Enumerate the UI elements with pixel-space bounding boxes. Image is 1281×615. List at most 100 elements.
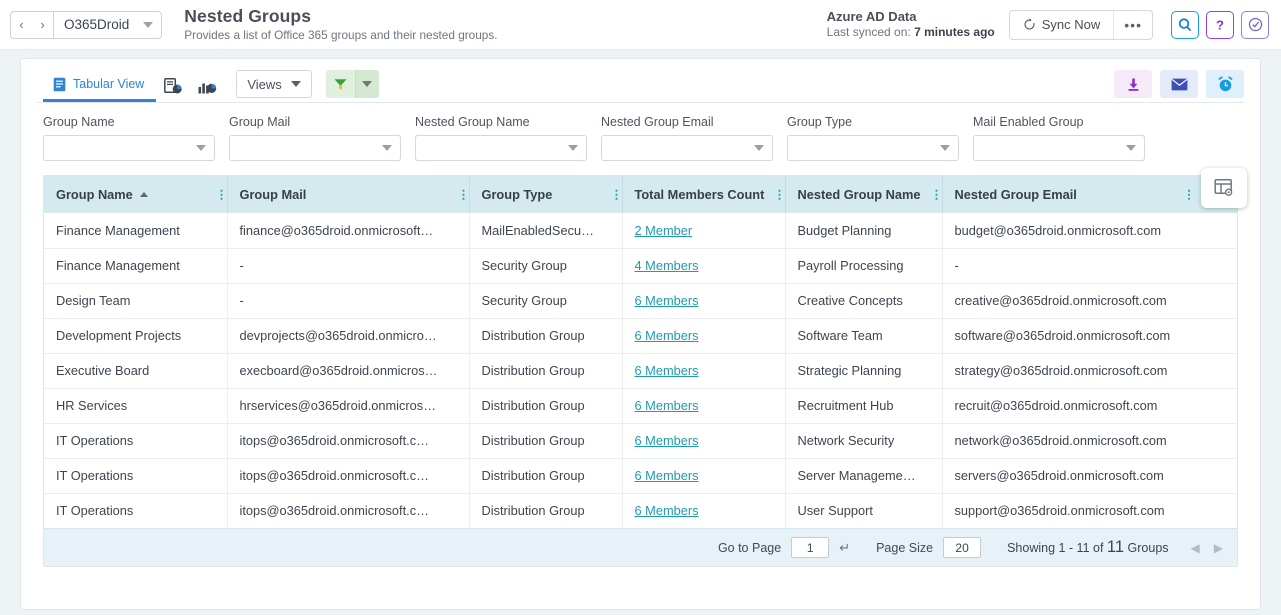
table-row[interactable]: Executive Board execboard@o365droid.onmi… xyxy=(44,353,1237,388)
table-row[interactable]: Design Team - Security Group 6 Members C… xyxy=(44,283,1237,318)
sync-more-button[interactable]: ••• xyxy=(1113,11,1152,39)
sync-prefix: Last synced on: xyxy=(827,25,914,39)
cell-group-mail: devprojects@o365droid.onmicro… xyxy=(227,318,469,353)
nested-groups-table: Group Name ⋮ Group Mail ⋮ Group Type ⋮ xyxy=(44,176,1237,528)
column-header-group-type[interactable]: Group Type ⋮ xyxy=(469,176,622,213)
next-page-button[interactable]: ▶ xyxy=(1214,541,1223,555)
column-menu-icon[interactable]: ⋮ xyxy=(611,192,615,197)
showing-total: 11 xyxy=(1107,538,1124,556)
filter-group-name-select[interactable] xyxy=(43,135,215,161)
cell-group-name: Finance Management xyxy=(44,213,227,248)
prev-page-button[interactable]: ◀ xyxy=(1191,541,1200,555)
cell-members-count: 4 Members xyxy=(622,248,785,283)
filter-button[interactable] xyxy=(326,70,355,98)
filter-nested-group-name-select[interactable] xyxy=(415,135,587,161)
page-size-input[interactable] xyxy=(943,537,981,558)
tenant-selector[interactable]: O365Droid xyxy=(53,11,162,39)
table-settings-icon xyxy=(1213,177,1235,199)
tab-report-chart[interactable] xyxy=(156,71,190,102)
cell-group-type: Distribution Group xyxy=(469,493,622,528)
filter-group-mail-select[interactable] xyxy=(229,135,401,161)
filter-button-group xyxy=(326,70,379,98)
column-settings-button[interactable] xyxy=(1201,168,1247,208)
sync-info: Azure AD Data Last synced on: 7 minutes … xyxy=(827,9,995,40)
chevron-down-icon xyxy=(568,145,578,151)
cell-nested-group-name: Recruitment Hub xyxy=(785,388,942,423)
column-header-group-name[interactable]: Group Name ⋮ xyxy=(44,176,227,213)
filter-label: Group Name xyxy=(43,115,215,129)
cell-group-mail: finance@o365droid.onmicrosoft… xyxy=(227,213,469,248)
cell-nested-group-email: strategy@o365droid.onmicrosoft.com xyxy=(942,353,1237,388)
filter-group-mail: Group Mail xyxy=(229,115,401,161)
filter-mail-enabled-group-select[interactable] xyxy=(973,135,1145,161)
members-count-link[interactable]: 6 Members xyxy=(635,433,699,448)
cell-members-count: 6 Members xyxy=(622,388,785,423)
tasks-button[interactable] xyxy=(1241,11,1269,39)
members-count-link[interactable]: 6 Members xyxy=(635,503,699,518)
views-dropdown[interactable]: Views xyxy=(236,70,311,98)
goto-page-input[interactable] xyxy=(791,537,829,558)
search-button[interactable] xyxy=(1171,11,1199,39)
cell-nested-group-email: creative@o365droid.onmicrosoft.com xyxy=(942,283,1237,318)
cell-group-mail: - xyxy=(227,283,469,318)
data-table-container: Group Name ⋮ Group Mail ⋮ Group Type ⋮ xyxy=(43,175,1238,567)
pagination-bar: Go to Page ↵ Page Size Showing 1 - 11 of… xyxy=(44,528,1237,566)
members-count-link[interactable]: 6 Members xyxy=(635,293,699,308)
chevron-down-icon xyxy=(382,145,392,151)
column-menu-icon[interactable]: ⋮ xyxy=(458,192,462,197)
goto-page-submit-icon[interactable]: ↵ xyxy=(839,540,850,556)
members-count-link[interactable]: 6 Members xyxy=(635,363,699,378)
table-row[interactable]: Finance Management - Security Group 4 Me… xyxy=(44,248,1237,283)
members-count-link[interactable]: 2 Member xyxy=(635,223,693,238)
cell-nested-group-email: network@o365droid.onmicrosoft.com xyxy=(942,423,1237,458)
download-button[interactable] xyxy=(1114,70,1152,98)
email-button[interactable] xyxy=(1160,70,1198,98)
cell-group-name: Design Team xyxy=(44,283,227,318)
table-row[interactable]: IT Operations itops@o365droid.onmicrosof… xyxy=(44,423,1237,458)
cell-nested-group-name: Server Manageme… xyxy=(785,458,942,493)
filter-options-button[interactable] xyxy=(355,70,379,98)
column-header-group-mail[interactable]: Group Mail ⋮ xyxy=(227,176,469,213)
filter-label: Mail Enabled Group xyxy=(973,115,1145,129)
column-menu-icon[interactable]: ⋮ xyxy=(931,192,935,197)
filter-label: Group Type xyxy=(787,115,959,129)
column-header-nested-group-email[interactable]: Nested Group Email ⋮ xyxy=(942,176,1237,213)
nav-forward-button[interactable]: › xyxy=(32,12,53,38)
help-button[interactable]: ? xyxy=(1206,11,1234,39)
tab-bar-chart[interactable] xyxy=(190,71,224,102)
cell-group-type: Security Group xyxy=(469,283,622,318)
filter-group-type-select[interactable] xyxy=(787,135,959,161)
column-header-nested-group-name[interactable]: Nested Group Name ⋮ xyxy=(785,176,942,213)
members-count-link[interactable]: 6 Members xyxy=(635,398,699,413)
cell-members-count: 6 Members xyxy=(622,318,785,353)
members-count-link[interactable]: 6 Members xyxy=(635,468,699,483)
check-circle-icon xyxy=(1247,16,1264,33)
table-row[interactable]: IT Operations itops@o365droid.onmicrosof… xyxy=(44,458,1237,493)
cell-members-count: 6 Members xyxy=(622,283,785,318)
cell-group-type: Security Group xyxy=(469,248,622,283)
column-header-total-members-count[interactable]: Total Members Count ⋮ xyxy=(622,176,785,213)
column-menu-icon[interactable]: ⋮ xyxy=(216,192,220,197)
table-row[interactable]: HR Services hrservices@o365droid.onmicro… xyxy=(44,388,1237,423)
sync-now-button[interactable]: Sync Now xyxy=(1010,11,1114,39)
members-count-link[interactable]: 6 Members xyxy=(635,328,699,343)
cell-group-name: Executive Board xyxy=(44,353,227,388)
tab-tabular-view[interactable]: Tabular View xyxy=(43,69,156,102)
table-row[interactable]: Development Projects devprojects@o365dro… xyxy=(44,318,1237,353)
alert-button[interactable] xyxy=(1206,70,1244,98)
showing-prefix: Showing 1 - 11 of xyxy=(1007,541,1107,555)
members-count-link[interactable]: 4 Members xyxy=(635,258,699,273)
funnel-icon xyxy=(333,77,348,92)
column-menu-icon[interactable]: ⋮ xyxy=(1183,192,1187,197)
table-row[interactable]: Finance Management finance@o365droid.onm… xyxy=(44,213,1237,248)
table-row[interactable]: IT Operations itops@o365droid.onmicrosof… xyxy=(44,493,1237,528)
cell-members-count: 2 Member xyxy=(622,213,785,248)
column-label: Nested Group Email xyxy=(955,187,1077,202)
cell-nested-group-name: Strategic Planning xyxy=(785,353,942,388)
filter-nested-group-email-select[interactable] xyxy=(601,135,773,161)
nav-back-button[interactable]: ‹ xyxy=(11,12,32,38)
cell-group-type: Distribution Group xyxy=(469,458,622,493)
column-label: Group Name xyxy=(56,187,133,202)
column-menu-icon[interactable]: ⋮ xyxy=(774,192,778,197)
cell-group-mail: itops@o365droid.onmicrosoft.c… xyxy=(227,493,469,528)
